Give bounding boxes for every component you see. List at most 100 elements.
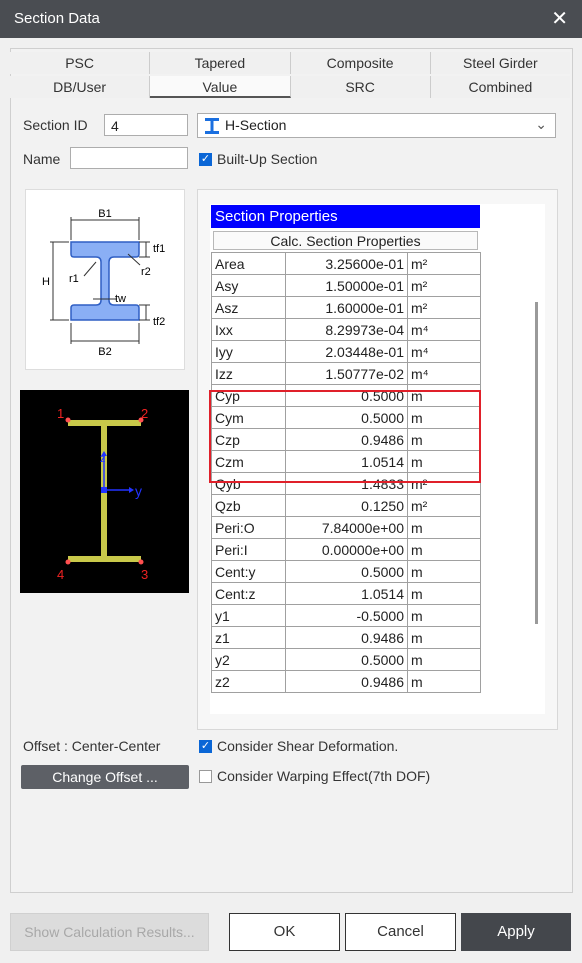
property-unit-cell: m — [407, 428, 481, 451]
property-row[interactable]: y1 -0.5000 m — [211, 604, 481, 627]
property-row[interactable]: Asy 1.50000e-01 m² — [211, 274, 481, 297]
ok-button[interactable]: OK — [229, 913, 340, 951]
property-name-cell: y1 — [211, 604, 286, 627]
section-preview: 1 2 3 4 y z — [20, 390, 189, 593]
property-unit-cell: m⁴ — [407, 318, 481, 341]
property-name-cell: Czm — [211, 450, 286, 473]
property-row[interactable]: Cym 0.5000 m — [211, 406, 481, 429]
section-properties-header: Section Properties — [211, 205, 480, 228]
point-2-label: 2 — [141, 406, 148, 421]
checkbox-checked-icon: ✓ — [199, 152, 212, 166]
property-value-cell: -0.5000 — [285, 604, 408, 627]
property-unit-cell: m — [407, 582, 481, 605]
property-unit-cell: m² — [407, 472, 481, 495]
axis-y-label: y — [135, 483, 142, 499]
apply-button[interactable]: Apply — [461, 913, 571, 951]
property-unit-cell: m² — [407, 274, 481, 297]
property-unit-cell: m² — [407, 494, 481, 517]
section-type-select[interactable]: H-Section ⌄ — [197, 113, 556, 138]
property-name-cell: Cent:y — [211, 560, 286, 583]
tab-value[interactable]: Value — [150, 76, 291, 98]
property-unit-cell: m — [407, 604, 481, 627]
property-row[interactable]: Iyy 2.03448e-01 m⁴ — [211, 340, 481, 363]
property-value-cell: 1.0514 — [285, 582, 408, 605]
property-name-cell: Peri:O — [211, 516, 286, 539]
property-row[interactable]: z2 0.9486 m — [211, 670, 481, 693]
r2-label: r2 — [141, 266, 151, 278]
h-section-icon — [205, 118, 219, 134]
property-value-cell: 0.5000 — [285, 406, 408, 429]
property-row[interactable]: Ixx 8.29973e-04 m⁴ — [211, 318, 481, 341]
point-1-label: 1 — [57, 406, 64, 421]
h-label: H — [42, 276, 50, 288]
tab-row-top: PSC Tapered Composite Steel Girder — [10, 52, 570, 74]
property-unit-cell: m — [407, 538, 481, 561]
b2-label: B2 — [98, 346, 111, 358]
property-name-cell: Cym — [211, 406, 286, 429]
section-preview-drawing: 1 2 3 4 y z — [57, 406, 148, 582]
warping-effect-checkbox[interactable]: Consider Warping Effect(7th DOF) — [199, 768, 430, 784]
tab-tapered[interactable]: Tapered — [150, 52, 291, 74]
name-input[interactable] — [70, 147, 188, 169]
tab-db-user[interactable]: DB/User — [10, 76, 151, 98]
property-name-cell: Asz — [211, 296, 286, 319]
calc-section-properties-button[interactable]: Calc. Section Properties — [213, 231, 478, 250]
show-calculation-results-button[interactable]: Show Calculation Results... — [10, 913, 209, 951]
vertical-scrollbar[interactable] — [535, 302, 538, 624]
property-unit-cell: m⁴ — [407, 340, 481, 363]
property-name-cell: Cyp — [211, 384, 286, 407]
chevron-down-icon: ⌄ — [535, 116, 547, 132]
property-unit-cell: m — [407, 406, 481, 429]
property-unit-cell: m — [407, 516, 481, 539]
property-name-cell: Cent:z — [211, 582, 286, 605]
property-value-cell: 0.5000 — [285, 384, 408, 407]
property-row[interactable]: Czm 1.0514 m — [211, 450, 481, 473]
property-value-cell: 3.25600e-01 — [285, 252, 408, 275]
property-row[interactable]: Cent:y 0.5000 m — [211, 560, 481, 583]
property-row[interactable]: z1 0.9486 m — [211, 626, 481, 649]
tf2-label: tf2 — [153, 316, 165, 328]
property-value-cell: 8.29973e-04 — [285, 318, 408, 341]
section-id-input[interactable]: 4 — [104, 114, 188, 136]
tab-row-bottom: DB/User Value SRC Combined — [10, 76, 570, 98]
property-row[interactable]: Czp 0.9486 m — [211, 428, 481, 451]
property-value-cell: 1.0514 — [285, 450, 408, 473]
property-row[interactable]: Qzb 0.1250 m² — [211, 494, 481, 517]
property-name-cell: Asy — [211, 274, 286, 297]
property-value-cell: 0.00000e+00 — [285, 538, 408, 561]
property-value-cell: 2.03448e-01 — [285, 340, 408, 363]
property-row[interactable]: Area 3.25600e-01 m² — [211, 252, 481, 275]
shear-deformation-checkbox[interactable]: ✓ Consider Shear Deformation. — [199, 738, 398, 754]
property-name-cell: Czp — [211, 428, 286, 451]
property-name-cell: Peri:I — [211, 538, 286, 561]
shear-deformation-label: Consider Shear Deformation. — [217, 738, 399, 754]
property-unit-cell: m² — [407, 252, 481, 275]
close-icon[interactable]: ✕ — [551, 6, 568, 31]
tab-combined[interactable]: Combined — [430, 76, 570, 98]
properties-grid[interactable]: Section Properties Calc. Section Propert… — [210, 204, 545, 714]
property-row[interactable]: Qyb 1.4833 m² — [211, 472, 481, 495]
property-row[interactable]: Cent:z 1.0514 m — [211, 582, 481, 605]
property-row[interactable]: Cyp 0.5000 m — [211, 384, 481, 407]
built-up-checkbox[interactable]: ✓ Built-Up Section — [199, 151, 317, 167]
tab-composite[interactable]: Composite — [290, 52, 431, 74]
property-row[interactable]: Peri:I 0.00000e+00 m — [211, 538, 481, 561]
property-row[interactable]: Asz 1.60000e-01 m² — [211, 296, 481, 319]
tab-src[interactable]: SRC — [290, 76, 431, 98]
property-row[interactable]: y2 0.5000 m — [211, 648, 481, 671]
tab-psc[interactable]: PSC — [10, 52, 151, 74]
property-name-cell: z1 — [211, 626, 286, 649]
property-row[interactable]: Peri:O 7.84000e+00 m — [211, 516, 481, 539]
property-name-cell: Ixx — [211, 318, 286, 341]
property-unit-cell: m — [407, 560, 481, 583]
section-schematic: B1 B2 H tf1 tf2 tw r1 r2 — [25, 189, 185, 370]
property-value-cell: 0.9486 — [285, 670, 408, 693]
property-unit-cell: m² — [407, 296, 481, 319]
property-value-cell: 0.9486 — [285, 428, 408, 451]
change-offset-button[interactable]: Change Offset ... — [21, 765, 189, 789]
tab-steel-girder[interactable]: Steel Girder — [430, 52, 570, 74]
property-name-cell: Qyb — [211, 472, 286, 495]
property-row[interactable]: Izz 1.50777e-02 m⁴ — [211, 362, 481, 385]
property-value-cell: 0.5000 — [285, 560, 408, 583]
cancel-button[interactable]: Cancel — [345, 913, 456, 951]
